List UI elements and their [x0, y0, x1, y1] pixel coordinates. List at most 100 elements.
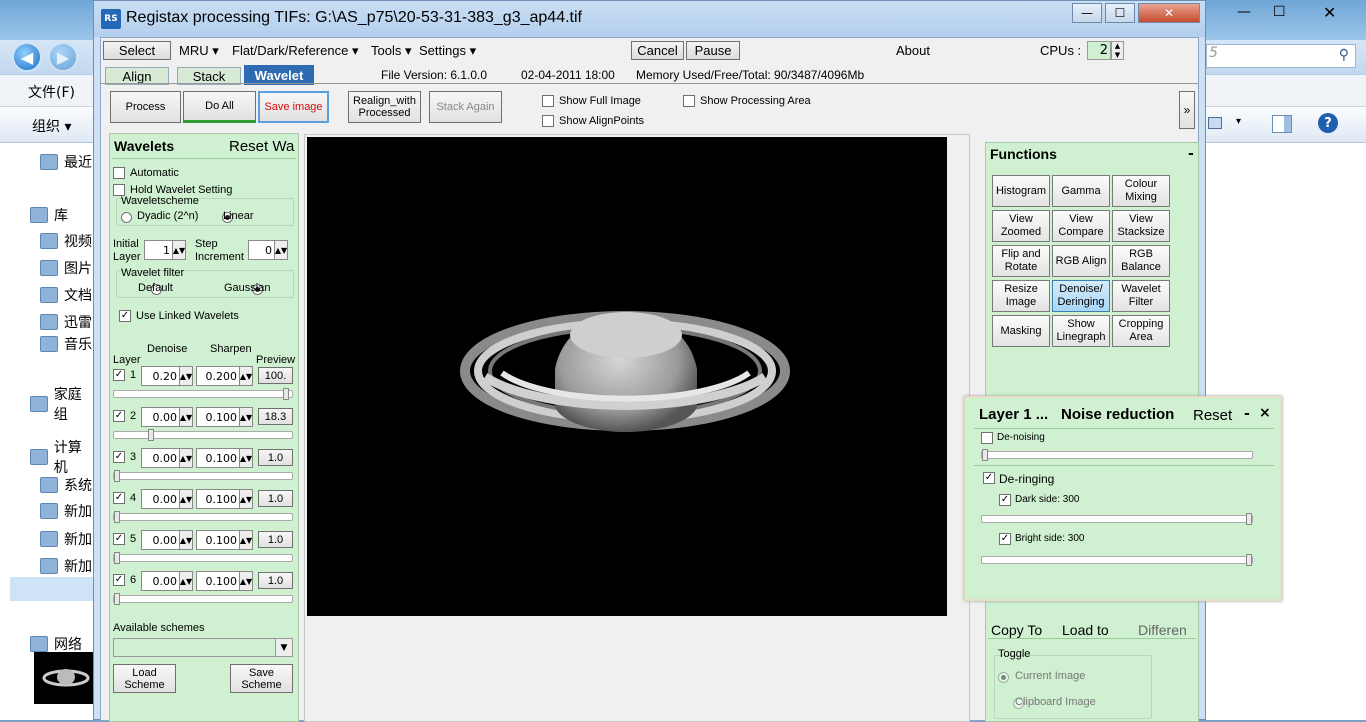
- sharpen-spinner[interactable]: 0.100 ▲▼: [196, 407, 253, 427]
- layer-slider[interactable]: [113, 388, 293, 400]
- sharpen-spinner[interactable]: 0.100 ▲▼: [196, 489, 253, 509]
- spinner-arrows-icon[interactable]: ▲▼: [179, 449, 192, 467]
- function-button[interactable]: Wavelet Filter: [1112, 280, 1170, 312]
- bright-side-slider[interactable]: [981, 554, 1253, 566]
- cpus-input[interactable]: 2: [1087, 41, 1111, 60]
- bright-side-checkbox[interactable]: ✓: [999, 533, 1011, 545]
- organize-menu[interactable]: 组织 ▾: [32, 116, 71, 136]
- flat-dark-reference-menu[interactable]: Flat/Dark/Reference ▾: [232, 43, 358, 59]
- cpus-spinner[interactable]: ▲ ▼: [1111, 41, 1124, 60]
- function-button[interactable]: Denoise/ Deringing: [1052, 280, 1110, 312]
- function-button[interactable]: Histogram: [992, 175, 1050, 207]
- denoise-spinner[interactable]: 0.20 ▲▼: [141, 366, 193, 386]
- load-scheme-button[interactable]: Load Scheme: [113, 664, 176, 693]
- function-button[interactable]: Colour Mixing: [1112, 175, 1170, 207]
- function-button[interactable]: Gamma: [1052, 175, 1110, 207]
- expand-toolbar-button[interactable]: »: [1179, 91, 1195, 129]
- realign-button[interactable]: Realign_with Processed: [348, 91, 421, 123]
- chevron-down-icon[interactable]: ▾: [1236, 116, 1241, 127]
- sharpen-spinner[interactable]: 0.200 ▲▼: [196, 366, 253, 386]
- nav-item[interactable]: 新加: [40, 500, 92, 522]
- preview-button[interactable]: 1.0: [258, 490, 293, 507]
- denoising-slider-thumb[interactable]: [982, 449, 988, 461]
- back-arrow-icon[interactable]: ◀: [12, 42, 42, 72]
- noise-minimize-button[interactable]: -: [1244, 406, 1250, 422]
- function-button[interactable]: View Compare: [1052, 210, 1110, 242]
- preview-pane-icon[interactable]: [1272, 115, 1292, 133]
- image-viewport[interactable]: [307, 137, 947, 616]
- nav-item[interactable]: 新加: [40, 528, 92, 550]
- save-scheme-button[interactable]: Save Scheme: [230, 664, 293, 693]
- function-button[interactable]: View Stacksize: [1112, 210, 1170, 242]
- select-button[interactable]: Select: [103, 41, 171, 60]
- settings-menu[interactable]: Settings ▾: [419, 43, 476, 59]
- preview-button[interactable]: 18.3: [258, 408, 293, 425]
- spinner-arrows-icon[interactable]: ▲▼: [179, 531, 192, 549]
- layer-slider[interactable]: [113, 429, 293, 441]
- copy-to-button[interactable]: Copy To: [991, 622, 1042, 638]
- layer-enabled-checkbox[interactable]: ✓: [113, 369, 125, 381]
- bg-close-button[interactable]: ✕: [1323, 3, 1336, 22]
- layer-slider-thumb[interactable]: [282, 388, 289, 400]
- nav-item[interactable]: 系统: [40, 474, 92, 496]
- load-to-button[interactable]: Load to: [1062, 622, 1109, 638]
- spinner-arrows-icon[interactable]: ▲▼: [239, 572, 252, 590]
- preview-button[interactable]: 100.: [258, 367, 293, 384]
- layer-slider[interactable]: [113, 511, 293, 523]
- spinner-arrows-icon[interactable]: ▲▼: [179, 367, 192, 385]
- layer-enabled-checkbox[interactable]: ✓: [113, 410, 125, 422]
- sharpen-spinner[interactable]: 0.100 ▲▼: [196, 448, 253, 468]
- nav-item[interactable]: 图片: [40, 257, 92, 279]
- pause-button[interactable]: Pause: [686, 41, 740, 60]
- function-button[interactable]: RGB Align: [1052, 245, 1110, 277]
- spinner-arrows-icon[interactable]: ▲▼: [239, 449, 252, 467]
- nav-item[interactable]: 新加: [40, 555, 92, 577]
- nav-item[interactable]: 计算机: [30, 440, 95, 476]
- spinner-arrows-icon[interactable]: ▲▼: [179, 408, 192, 426]
- nav-item[interactable]: 库: [30, 204, 68, 226]
- layer-enabled-checkbox[interactable]: ✓: [113, 451, 125, 463]
- layer-slider-thumb[interactable]: [114, 593, 120, 605]
- dark-side-slider-thumb[interactable]: [1246, 513, 1252, 525]
- layer-slider[interactable]: [113, 593, 293, 605]
- denoise-spinner[interactable]: 0.00 ▲▼: [141, 530, 193, 550]
- function-button[interactable]: Flip and Rotate: [992, 245, 1050, 277]
- mru-menu[interactable]: MRU ▾: [179, 43, 219, 59]
- spinner-arrows-icon[interactable]: ▲▼: [239, 490, 252, 508]
- save-image-button[interactable]: Save image: [258, 91, 329, 123]
- difference-button[interactable]: Differen: [1138, 622, 1198, 638]
- do-all-button[interactable]: Do All: [183, 91, 256, 123]
- schemes-dropdown[interactable]: ▼: [113, 638, 293, 657]
- tab-wavelet[interactable]: Wavelet: [244, 65, 314, 85]
- close-button[interactable]: ✕: [1138, 3, 1200, 23]
- function-button[interactable]: RGB Balance: [1112, 245, 1170, 277]
- noise-reset-button[interactable]: Reset: [1193, 407, 1232, 424]
- layer-enabled-checkbox[interactable]: ✓: [113, 533, 125, 545]
- bg-maximize-button[interactable]: ☐: [1273, 4, 1286, 20]
- minimize-button[interactable]: —: [1072, 3, 1102, 23]
- background-search-box[interactable]: 5 ⚲: [1206, 44, 1356, 68]
- tools-menu[interactable]: Tools ▾: [371, 43, 412, 59]
- preview-button[interactable]: 1.0: [258, 449, 293, 466]
- denoise-spinner[interactable]: 0.00 ▲▼: [141, 571, 193, 591]
- sharpen-spinner[interactable]: 0.100 ▲▼: [196, 530, 253, 550]
- denoise-spinner[interactable]: 0.00 ▲▼: [141, 489, 193, 509]
- bright-side-slider-thumb[interactable]: [1246, 554, 1252, 566]
- dark-side-slider[interactable]: [981, 513, 1253, 525]
- deringing-checkbox[interactable]: ✓: [983, 472, 995, 484]
- denoise-spinner[interactable]: 0.00 ▲▼: [141, 448, 193, 468]
- show-processing-area-checkbox[interactable]: [683, 95, 695, 107]
- layer-slider[interactable]: [113, 552, 293, 564]
- nav-item[interactable]: 音乐: [40, 333, 92, 355]
- search-icon[interactable]: ⚲: [1339, 47, 1349, 63]
- file-menu[interactable]: 文件(F): [28, 82, 75, 102]
- layer-slider[interactable]: [113, 470, 293, 482]
- function-button[interactable]: Masking: [992, 315, 1050, 347]
- nav-item[interactable]: 视频: [40, 230, 92, 252]
- forward-arrow-icon[interactable]: ▶: [48, 42, 78, 72]
- spinner-arrows-icon[interactable]: ▲▼: [179, 572, 192, 590]
- function-button[interactable]: View Zoomed: [992, 210, 1050, 242]
- bg-minimize-button[interactable]: —: [1237, 4, 1251, 20]
- layer-slider-thumb[interactable]: [114, 470, 120, 482]
- denoising-slider[interactable]: [981, 449, 1253, 461]
